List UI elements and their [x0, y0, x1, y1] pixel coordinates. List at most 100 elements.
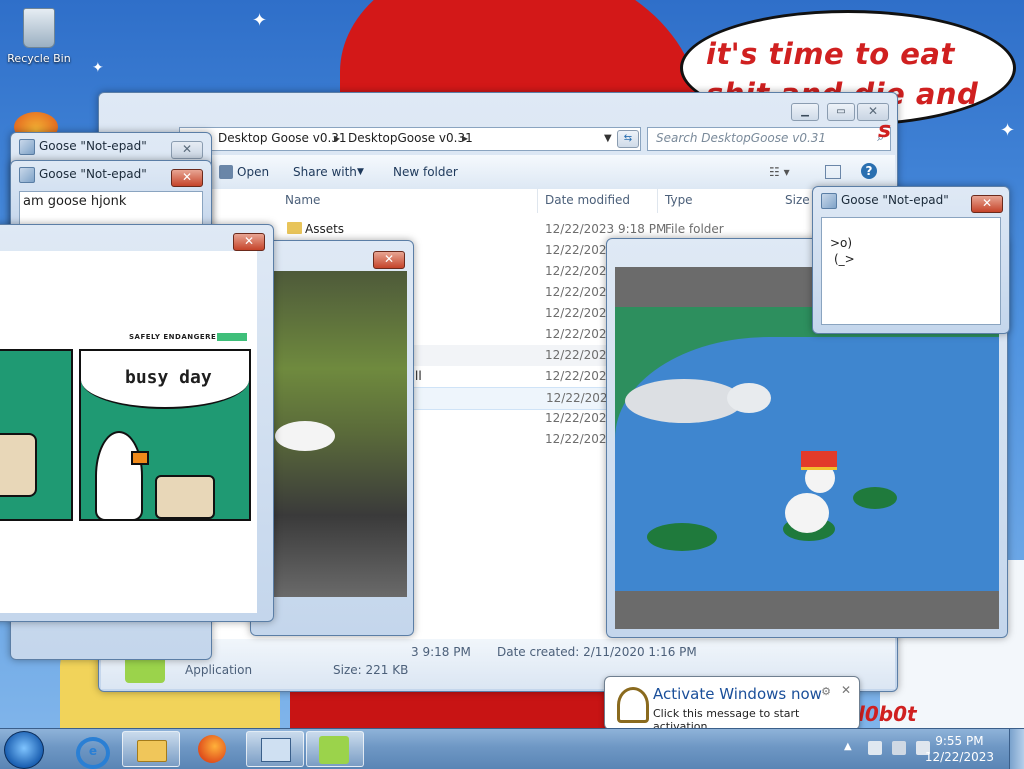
balloon-body: Click this message to start activation. [653, 707, 800, 728]
notepad-window: Goose "Not-epad" ✕ >o) (_> [812, 186, 1010, 334]
comic-window: ✕ SAFELY ENDANGERED busy day [0, 224, 274, 622]
view-options-icon[interactable]: ☷ ▾ [769, 165, 790, 179]
file-date: 12/22/2023 9:18 PM [545, 222, 667, 236]
notepad-icon [19, 167, 35, 183]
close-button[interactable]: ✕ [233, 233, 265, 251]
taskbar-firefox-button[interactable] [184, 731, 240, 765]
image-window: ✕ [250, 240, 414, 636]
goose-shape [95, 431, 143, 521]
file-name: ll [415, 369, 422, 383]
scroll-shape [0, 433, 37, 497]
details-size: Size: 221 KB [333, 663, 409, 677]
column-header-name[interactable]: Name [285, 193, 320, 207]
clock-date: 12/22/2023 [924, 750, 994, 764]
folder-icon [137, 740, 167, 762]
window-title: Goose "Not-epad" [841, 193, 949, 207]
show-desktop-button[interactable] [1009, 729, 1024, 769]
notepad-text: (_> [834, 252, 855, 266]
comic-image: SAFELY ENDANGERED busy day [0, 251, 257, 613]
notepad-icon [19, 139, 35, 155]
sparkle-icon: ✦ [1000, 120, 1016, 141]
folder-icon [287, 222, 302, 234]
refresh-icon[interactable]: ⇆ [617, 130, 639, 148]
notepad-text-area[interactable]: >o) (_> [821, 217, 1001, 325]
recycle-bin-shortcut[interactable]: Recycle Bin [4, 8, 74, 65]
rock [625, 379, 743, 423]
notepad-window: Goose "Not-epad" ✕ am goose hjonk [10, 160, 212, 232]
table-row[interactable]: Assets 12/22/2023 9:18 PM File folder [281, 219, 893, 240]
start-button[interactable] [4, 731, 44, 769]
comic-panel: busy day [79, 349, 251, 521]
goose-shape [275, 421, 335, 451]
minimize-button[interactable]: ▁ [791, 103, 819, 121]
window-title: Goose "Not-epad" [39, 167, 147, 181]
game-scene [615, 307, 999, 591]
tray-expand-icon[interactable]: ▲ [844, 741, 858, 755]
network-icon[interactable] [892, 741, 906, 755]
close-button[interactable]: ✕ [373, 251, 405, 269]
ie-icon: e [76, 737, 110, 769]
share-with-button[interactable]: Share with [293, 165, 357, 179]
taskbar-ie-button[interactable]: e [62, 731, 118, 769]
window-title: Goose "Not-epad" [39, 139, 147, 153]
action-center-icon[interactable] [868, 741, 882, 755]
settings-icon[interactable]: ⚙ [821, 685, 831, 698]
close-icon[interactable]: ✕ [841, 683, 851, 697]
comic-panel [0, 349, 73, 521]
taskbar-notepad-button[interactable] [246, 731, 304, 767]
lily-pad [853, 487, 897, 509]
close-button[interactable]: ✕ [171, 141, 203, 159]
close-button[interactable]: ✕ [971, 195, 1003, 213]
file-name: Assets [305, 222, 345, 236]
taskbar-goose-button[interactable] [306, 731, 364, 767]
comic-caption: busy day [125, 367, 212, 388]
chevron-down-icon: ▼ [357, 167, 364, 177]
address-bar[interactable]: Desktop Goose v0.31 ▸ DesktopGoose v0.31… [179, 127, 641, 151]
overlay-text: l0b0t [858, 702, 917, 726]
sparkle-icon: ✦ [92, 60, 104, 76]
search-placeholder: Search DesktopGoose v0.31 [656, 131, 827, 145]
close-button[interactable]: ✕ [171, 169, 203, 187]
chevron-down-icon[interactable]: ▼ [604, 133, 612, 144]
command-bar: Open Share with ▼ New folder ☷ ▾ ? [101, 155, 895, 190]
breadcrumb-item[interactable]: Desktop Goose v0.31 [218, 131, 347, 145]
goose-icon [319, 736, 349, 764]
system-clock[interactable]: 9:55 PM 12/22/2023 [925, 733, 994, 765]
open-icon [219, 165, 233, 179]
key-icon [617, 687, 649, 723]
details-kind: Application [185, 663, 253, 677]
goose-photo [273, 271, 407, 597]
file-type: File folder [665, 222, 724, 236]
recycle-bin-icon [23, 8, 55, 48]
open-button[interactable]: Open [237, 165, 269, 179]
column-divider [537, 189, 538, 213]
clock-time: 9:55 PM [935, 734, 984, 748]
firefox-icon [198, 735, 226, 763]
column-header-type[interactable]: Type [665, 193, 693, 207]
goose-beak [131, 451, 149, 465]
column-header-date[interactable]: Date modified [545, 193, 630, 207]
activation-balloon[interactable]: Activate Windows now Click this message … [604, 676, 860, 728]
preview-pane-icon[interactable] [825, 165, 841, 179]
recycle-bin-label: Recycle Bin [7, 52, 71, 65]
notepad-icon [821, 193, 837, 209]
help-icon[interactable]: ? [861, 163, 877, 179]
notepad-text: am goose hjonk [23, 194, 127, 209]
maximize-button[interactable]: ▭ [827, 103, 855, 121]
comic-banner: SAFELY ENDANGERED [129, 333, 223, 341]
new-folder-button[interactable]: New folder [393, 165, 458, 179]
rock [727, 383, 771, 413]
search-input[interactable]: Search DesktopGoose v0.31 ⌕ [647, 127, 891, 151]
desktop: ✦ ✦ ✦ it's time to eat shit and die and … [0, 0, 1024, 728]
chevron-right-icon: ▸ [462, 131, 469, 145]
taskbar: e ▲ 9:55 PM 12/22/2023 [0, 728, 1024, 769]
sparkle-icon: ✦ [252, 10, 268, 31]
column-header-size[interactable]: Size [785, 193, 810, 207]
scroll-shape [155, 475, 215, 519]
lily-pad [647, 523, 717, 551]
details-created: Date created: 2/11/2020 1:16 PM [497, 645, 697, 659]
taskbar-explorer-button[interactable] [122, 731, 180, 767]
chevron-right-icon: ▸ [334, 131, 341, 145]
breadcrumb-item[interactable]: DesktopGoose v0.31 [348, 131, 473, 145]
comic-banner-tag [217, 333, 247, 341]
